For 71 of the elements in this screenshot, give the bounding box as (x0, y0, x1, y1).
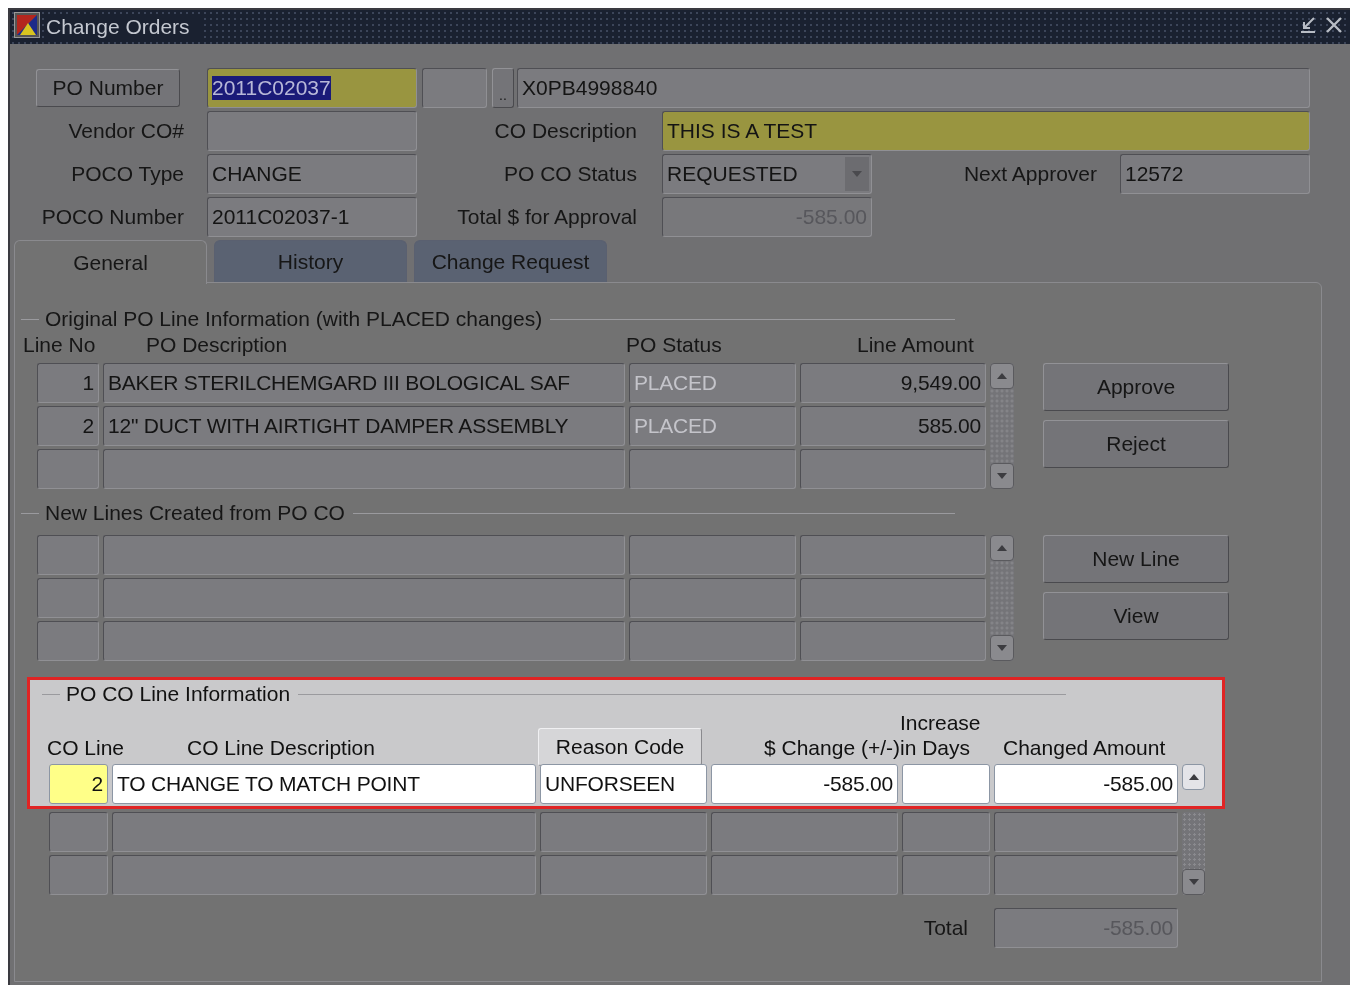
table-cell: 2 (37, 406, 99, 446)
up-arrow-icon (1187, 773, 1200, 781)
tab[interactable]: Change Request (414, 240, 607, 282)
status-dropdown[interactable]: REQUESTED (662, 154, 872, 194)
column-header: PO Description (146, 333, 289, 357)
field-label: PO CO Status (502, 162, 637, 186)
input-field[interactable] (422, 68, 487, 108)
table-cell: PLACED (629, 363, 796, 403)
po-number-field[interactable]: 2011C02037 (207, 68, 417, 108)
scrollbar[interactable] (1182, 812, 1205, 895)
table-cell: 12" DUCT WITH AIRTIGHT DAMPER ASSEMBLY (103, 406, 625, 446)
vendor-co-field[interactable] (207, 111, 417, 151)
table-cell: PLACED (629, 406, 796, 446)
down-arrow-icon (996, 644, 1008, 652)
tab[interactable]: General (14, 240, 207, 284)
table-cell: 9,549.00 (800, 363, 986, 403)
reason-code-button[interactable]: Reason Code (538, 728, 702, 766)
po-number-button[interactable]: PO Number (36, 69, 180, 107)
list-button[interactable]: .. (492, 68, 514, 108)
section-title: New Lines Created from PO CO (45, 501, 345, 525)
total-label: Total (923, 916, 968, 940)
column-header: Changed Amount (1002, 735, 1167, 760)
field-label: Total $ for Approval (456, 205, 637, 229)
action-button[interactable]: View (1043, 592, 1229, 640)
table-cell (37, 535, 99, 575)
field-label: Next Approver (962, 162, 1097, 186)
column-header: CO Line (47, 735, 125, 760)
tab[interactable]: History (214, 240, 407, 282)
next-approver-field[interactable]: 12572 (1120, 154, 1310, 194)
table-cell (37, 449, 99, 489)
action-button[interactable]: Reject (1043, 420, 1229, 468)
table-cell: 585.00 (800, 406, 986, 446)
table-cell: 1 (37, 363, 99, 403)
scrollbar[interactable] (990, 363, 1014, 489)
table-cell: TO CHANGE TO MATCH POINT (112, 764, 536, 804)
poco-number-field[interactable]: 2011C02037-1 (207, 197, 417, 237)
action-button[interactable]: New Line (1043, 535, 1229, 583)
field-label: Vendor CO# (67, 119, 184, 143)
up-arrow-icon (996, 544, 1008, 552)
scroll-down-button[interactable] (990, 463, 1014, 489)
field-label: CO Description (493, 119, 637, 143)
table-cell (37, 621, 99, 661)
table-cell (37, 578, 99, 618)
column-header: Increase in Days (900, 710, 982, 760)
column-header: Line No (23, 333, 97, 357)
down-arrow-icon (996, 472, 1008, 480)
table-cell (49, 855, 108, 895)
table-cell: 2 (49, 764, 108, 804)
scroll-down-button[interactable] (1182, 869, 1205, 895)
column-header: $ Change (+/-) (763, 735, 900, 760)
co-description-field[interactable]: THIS IS A TEST (662, 111, 1310, 151)
column-header: PO Status (626, 333, 723, 357)
field-label: POCO Number (40, 205, 184, 229)
poco-type-field[interactable]: CHANGE (207, 154, 417, 194)
table-cell: UNFORSEEN (540, 764, 707, 804)
table-cell: -585.00 (711, 764, 898, 804)
action-button[interactable]: Approve (1043, 363, 1229, 411)
up-arrow-icon (996, 372, 1008, 380)
field-label: POCO Type (70, 162, 184, 186)
scroll-up-button[interactable] (1182, 764, 1205, 790)
scroll-down-button[interactable] (990, 635, 1014, 661)
table-cell: -585.00 (994, 764, 1178, 804)
scrollbar[interactable] (990, 535, 1014, 661)
section-title: PO CO Line Information (66, 682, 291, 706)
window-title: Change Orders (46, 15, 200, 39)
section-title: Original PO Line Information (with PLACED changes) (45, 307, 543, 331)
table-cell (49, 812, 108, 852)
down-arrow-icon (1187, 878, 1200, 886)
column-header: Line Amount (857, 333, 975, 357)
table-cell: BAKER STERILCHEMGARD III BOLOGICAL SAF (103, 363, 625, 403)
reference-field[interactable]: X0PB4998840 (517, 68, 1310, 108)
